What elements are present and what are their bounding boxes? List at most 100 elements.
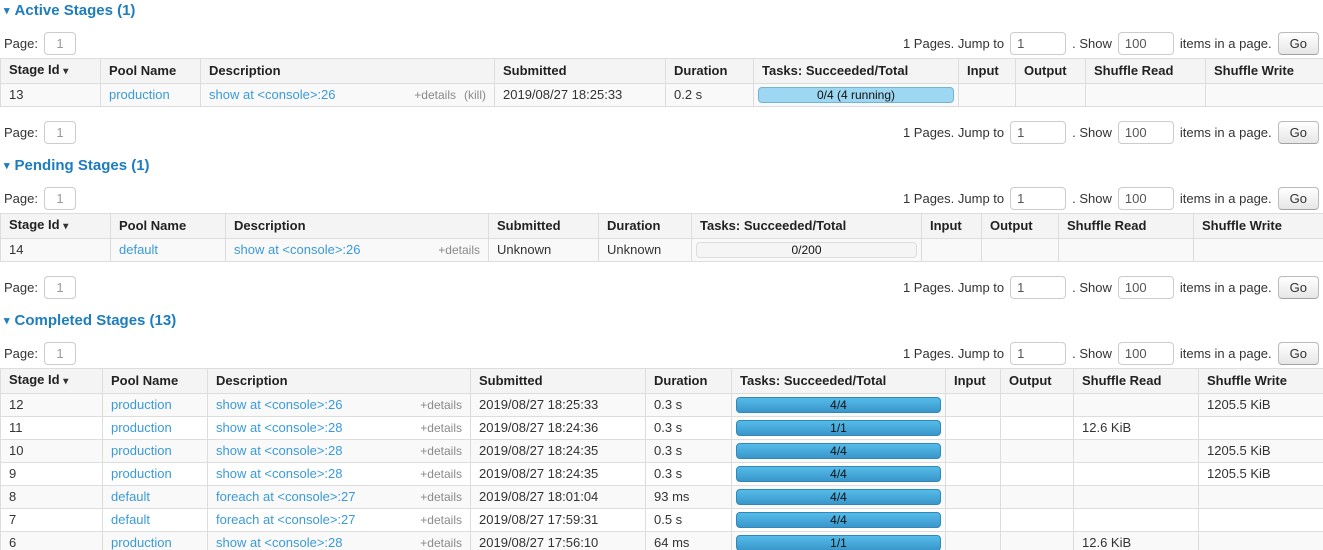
shuffle-read-cell: [1086, 84, 1206, 107]
active-stages-heading[interactable]: ▾Active Stages (1): [4, 2, 1323, 21]
col-input[interactable]: Input: [959, 59, 1016, 84]
shuffle-read-cell: 12.6 KiB: [1074, 532, 1199, 550]
details-toggle[interactable]: +details: [420, 466, 462, 482]
items-per-page-input[interactable]: [1118, 276, 1174, 299]
details-toggle[interactable]: +details: [420, 420, 462, 436]
go-button[interactable]: Go: [1278, 32, 1319, 55]
col-input[interactable]: Input: [922, 214, 982, 239]
col-pool-name[interactable]: Pool Name: [103, 369, 208, 394]
page-label: Page:: [4, 346, 38, 361]
col-stage-id[interactable]: Stage Id ▾: [1, 369, 103, 394]
page-number-input[interactable]: [44, 121, 76, 144]
page-number-input[interactable]: [44, 32, 76, 55]
description-link[interactable]: show at <console>:28: [216, 443, 342, 459]
description-link[interactable]: show at <console>:28: [216, 466, 342, 482]
submitted-cell: 2019/08/27 18:01:04: [471, 486, 646, 509]
stage-id-cell: 8: [1, 486, 103, 509]
kill-link[interactable]: (kill): [464, 88, 486, 102]
description-link[interactable]: show at <console>:28: [216, 420, 342, 436]
col-pool-name[interactable]: Pool Name: [111, 214, 226, 239]
col-stage-id[interactable]: Stage Id ▾: [1, 59, 101, 84]
pool-link[interactable]: production: [111, 535, 172, 550]
pool-link[interactable]: production: [111, 397, 172, 412]
items-per-page-input[interactable]: [1118, 187, 1174, 210]
col-description[interactable]: Description: [208, 369, 471, 394]
col-input[interactable]: Input: [946, 369, 1001, 394]
table-row: 10productionshow at <console>:28+details…: [1, 440, 1323, 463]
items-per-page-input[interactable]: [1118, 32, 1174, 55]
col-submitted[interactable]: Submitted: [471, 369, 646, 394]
col-submitted[interactable]: Submitted: [489, 214, 599, 239]
pending-stages-table: Stage Id ▾ Pool Name Description Submitt…: [0, 213, 1323, 262]
col-duration[interactable]: Duration: [666, 59, 754, 84]
col-duration[interactable]: Duration: [599, 214, 692, 239]
col-description[interactable]: Description: [226, 214, 489, 239]
page-number-input[interactable]: [44, 187, 76, 210]
shuffle-write-cell: 1205.5 KiB: [1199, 463, 1323, 486]
col-tasks[interactable]: Tasks: Succeeded/Total: [692, 214, 922, 239]
pool-link[interactable]: production: [109, 87, 170, 102]
description-link[interactable]: foreach at <console>:27: [216, 489, 356, 505]
jump-to-page-input[interactable]: [1010, 121, 1066, 144]
collapse-arrow-icon: ▾: [4, 160, 10, 172]
output-cell: [1001, 486, 1074, 509]
page-number-input[interactable]: [44, 276, 76, 299]
pool-link[interactable]: default: [111, 489, 150, 504]
pages-count-text: 1 Pages. Jump to: [903, 346, 1004, 361]
input-cell: [946, 486, 1001, 509]
col-shuffle-read[interactable]: Shuffle Read: [1086, 59, 1206, 84]
description-link[interactable]: show at <console>:26: [234, 242, 360, 258]
details-toggle[interactable]: +details: [420, 443, 462, 459]
col-description[interactable]: Description: [201, 59, 495, 84]
go-button[interactable]: Go: [1278, 342, 1319, 365]
col-tasks[interactable]: Tasks: Succeeded/Total: [754, 59, 959, 84]
items-per-page-input[interactable]: [1118, 121, 1174, 144]
col-stage-id[interactable]: Stage Id ▾: [1, 214, 111, 239]
col-shuffle-write[interactable]: Shuffle Write: [1206, 59, 1323, 84]
jump-to-page-input[interactable]: [1010, 32, 1066, 55]
col-output[interactable]: Output: [982, 214, 1059, 239]
items-per-page-input[interactable]: [1118, 342, 1174, 365]
col-duration[interactable]: Duration: [646, 369, 732, 394]
pool-link[interactable]: default: [111, 512, 150, 527]
duration-cell: 0.3 s: [646, 463, 732, 486]
active-pagination-bottom: Page: 1 Pages. Jump to . Show items in a…: [0, 119, 1323, 145]
jump-to-page-input[interactable]: [1010, 342, 1066, 365]
details-toggle[interactable]: +details: [420, 512, 462, 528]
col-pool-name[interactable]: Pool Name: [101, 59, 201, 84]
col-shuffle-write[interactable]: Shuffle Write: [1199, 369, 1323, 394]
pool-link[interactable]: default: [119, 242, 158, 257]
go-button[interactable]: Go: [1278, 276, 1319, 299]
go-button[interactable]: Go: [1278, 187, 1319, 210]
pending-stages-heading[interactable]: ▾Pending Stages (1): [4, 157, 1323, 176]
completed-stages-heading[interactable]: ▾Completed Stages (13): [4, 312, 1323, 331]
description-link[interactable]: foreach at <console>:27: [216, 512, 356, 528]
shuffle-read-cell: [1059, 239, 1194, 262]
jump-to-page-input[interactable]: [1010, 276, 1066, 299]
col-shuffle-read[interactable]: Shuffle Read: [1059, 214, 1194, 239]
col-output[interactable]: Output: [1016, 59, 1086, 84]
submitted-cell: 2019/08/27 18:25:33: [471, 394, 646, 417]
shuffle-read-cell: [1074, 509, 1199, 532]
details-toggle[interactable]: +details: [438, 242, 480, 258]
details-toggle[interactable]: +details: [414, 88, 456, 102]
page-number-input[interactable]: [44, 342, 76, 365]
pool-link[interactable]: production: [111, 420, 172, 435]
shuffle-write-cell: [1199, 486, 1323, 509]
details-toggle[interactable]: +details: [420, 535, 462, 550]
details-toggle[interactable]: +details: [420, 489, 462, 505]
pool-link[interactable]: production: [111, 443, 172, 458]
description-link[interactable]: show at <console>:28: [216, 535, 342, 550]
details-toggle[interactable]: +details: [420, 397, 462, 413]
col-output[interactable]: Output: [1001, 369, 1074, 394]
description-link[interactable]: show at <console>:26: [216, 397, 342, 413]
col-shuffle-write[interactable]: Shuffle Write: [1194, 214, 1323, 239]
jump-to-page-input[interactable]: [1010, 187, 1066, 210]
col-tasks[interactable]: Tasks: Succeeded/Total: [732, 369, 946, 394]
go-button[interactable]: Go: [1278, 121, 1319, 144]
pool-link[interactable]: production: [111, 466, 172, 481]
tasks-progress-bar: 1/1: [736, 420, 941, 436]
col-shuffle-read[interactable]: Shuffle Read: [1074, 369, 1199, 394]
description-link[interactable]: show at <console>:26: [209, 87, 335, 103]
col-submitted[interactable]: Submitted: [495, 59, 666, 84]
